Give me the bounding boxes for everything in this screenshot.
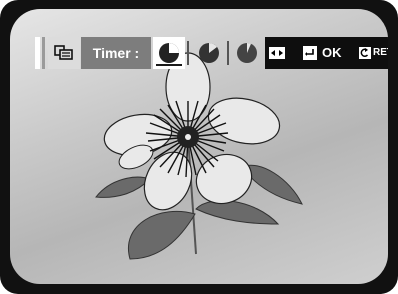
tv-bezel: Timer : OK RE <box>0 0 398 294</box>
osd-separator <box>227 41 229 65</box>
left-right-arrow-icon <box>269 47 285 59</box>
display-mode-icon <box>54 45 73 60</box>
tv-screen: Timer : OK RE <box>10 9 388 284</box>
timer-option-3[interactable] <box>231 37 263 69</box>
timer-option-2-icon <box>199 43 219 63</box>
osd-edge-grey <box>42 37 45 69</box>
timer-osd-bar: Timer : OK RE <box>35 37 388 69</box>
osd-separator <box>187 41 189 65</box>
timer-option-1-icon <box>159 43 179 63</box>
display-mode-button[interactable] <box>48 37 80 69</box>
enter-icon <box>303 46 317 60</box>
osd-key-guide: OK RETURN <box>265 37 388 69</box>
return-icon <box>359 47 371 59</box>
timer-option-1[interactable] <box>153 37 185 69</box>
ok-button-label[interactable]: OK <box>322 45 342 60</box>
timer-option-2[interactable] <box>193 37 225 69</box>
return-button-label[interactable]: RETURN <box>373 47 388 58</box>
timer-label: Timer : <box>81 37 151 69</box>
timer-option-3-icon <box>237 42 257 63</box>
osd-edge <box>35 37 40 69</box>
